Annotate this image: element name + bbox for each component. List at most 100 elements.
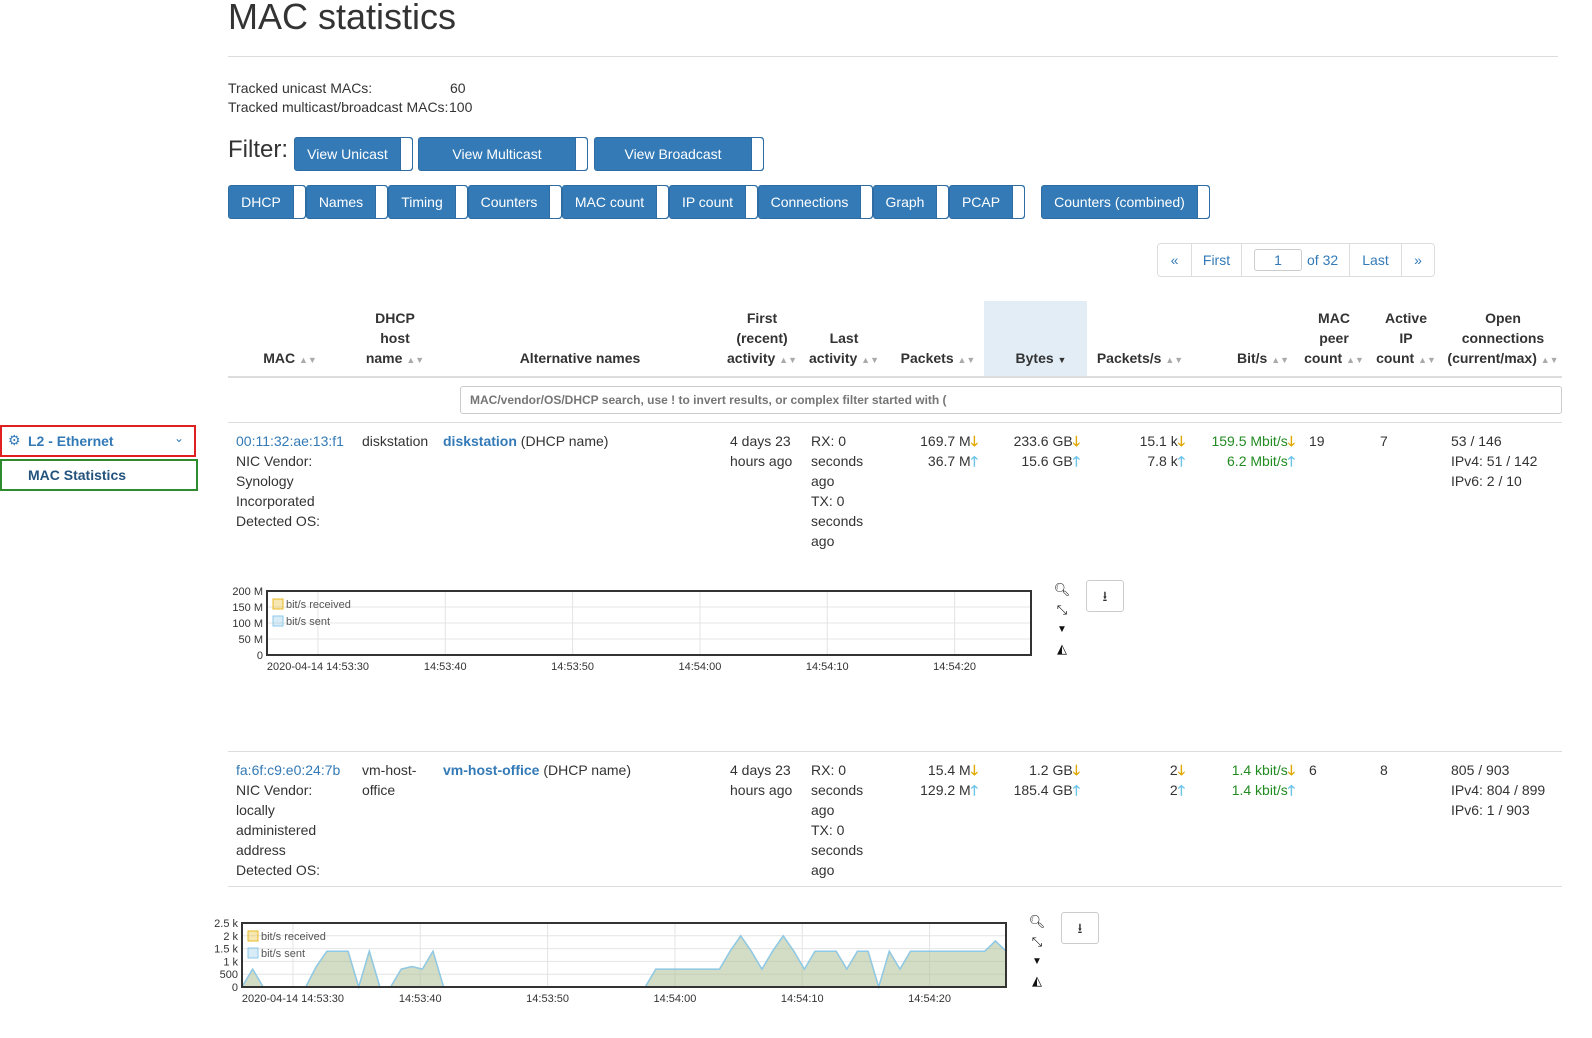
zoom-icon[interactable]: 🔍︎ <box>1028 913 1046 931</box>
alt-name-suffix: (DHCP name) <box>539 762 631 778</box>
connections-line: IPv6: 2 / 10 <box>1451 473 1522 489</box>
vendor-line: Synology <box>236 473 294 489</box>
column-toggle-connections[interactable]: Connections <box>758 185 873 219</box>
bits-per-second-cell: 1.4 kbit/s🡓 1.4 kbit/s🡑 <box>1186 760 1295 800</box>
x-tick-label: 14:54:00 <box>679 661 722 673</box>
download-button[interactable]: ⭳ <box>1061 912 1099 944</box>
sort-icon: ▲▼ <box>957 355 976 365</box>
header-open-connections[interactable]: Open connections (current/max) ▲▼ <box>1446 308 1560 370</box>
open-connections: 53 / 146 IPv4: 51 / 142 IPv6: 2 / 10 <box>1451 431 1537 491</box>
column-toggle-graph[interactable]: Graph <box>873 185 949 219</box>
alt-name-link[interactable]: vm-host-office <box>443 762 539 778</box>
pagination-next[interactable]: » <box>1401 243 1435 277</box>
column-toggle-timing[interactable]: Timing <box>388 185 468 219</box>
bps-received: 1.4 kbit/s <box>1231 762 1288 778</box>
mac-address-link[interactable]: fa:6f:c9:e0:24:7b <box>236 760 340 780</box>
unicast-value: 60 <box>450 80 466 96</box>
legend-swatch <box>272 615 284 627</box>
view-unicast-button[interactable]: View Unicast <box>294 137 413 171</box>
sidebar-group-l2-ethernet[interactable]: ⚙ L2 - Ethernet ⌄ <box>0 425 196 457</box>
x-tick-label: 2020-04-14 14:53:30 <box>242 993 344 1005</box>
x-tick-label: 2020-04-14 14:53:30 <box>267 661 369 673</box>
header-line: connections <box>1461 330 1545 346</box>
column-toggle-names[interactable]: Names <box>306 185 388 219</box>
column-toggle-mac-count[interactable]: MAC count <box>562 185 669 219</box>
pagination-last[interactable]: Last <box>1349 243 1402 277</box>
unicast-label: Tracked unicast MACs: <box>228 80 373 96</box>
sort-icon: ▲▼ <box>861 355 879 365</box>
view-multicast-button[interactable]: View Multicast <box>418 137 588 171</box>
pagination-first[interactable]: First <box>1191 243 1242 277</box>
legend-label: bit/s sent <box>261 948 305 960</box>
toggle-cap <box>745 186 757 218</box>
active-ip-count: 7 <box>1380 433 1388 449</box>
x-tick-label: 14:53:40 <box>424 661 467 673</box>
page-number-input[interactable] <box>1254 249 1302 271</box>
sort-icon: ▲▼ <box>406 355 425 365</box>
sidebar-item-label: MAC Statistics <box>28 467 127 483</box>
caret-down-icon[interactable]: ▼ <box>1053 621 1071 639</box>
header-last-activity[interactable]: Last activity ▲▼ <box>804 328 884 370</box>
header-line: First <box>746 310 778 326</box>
toggle-cap <box>1197 186 1209 218</box>
download-button[interactable]: ⭳ <box>1086 580 1124 612</box>
header-first-activity[interactable]: First (recent) activity ▲▼ <box>722 308 802 370</box>
row-divider <box>228 751 1562 752</box>
sort-desc-icon: ▼ <box>1057 355 1067 365</box>
first-activity: 4 days 23 hours ago <box>730 760 792 800</box>
pagination-prev[interactable]: « <box>1157 243 1192 277</box>
header-label: Packets/s <box>1096 350 1162 366</box>
caret-down-icon[interactable]: ▼ <box>1028 953 1046 971</box>
mac-address-link[interactable]: 00:11:32:ae:13:f1 <box>236 431 344 451</box>
header-packets[interactable]: Packets ▲▼ <box>898 348 978 370</box>
counters-combined-button[interactable]: Counters (combined) <box>1041 185 1210 219</box>
header-bytes[interactable]: Bytes ▼ <box>1005 348 1077 370</box>
alt-name-link[interactable]: diskstation <box>443 433 517 449</box>
compress-icon[interactable]: ⤡ <box>1053 601 1071 619</box>
pagination-page-box: of 32 <box>1241 243 1350 277</box>
vendor-info: NIC Vendor: locally administered address… <box>236 780 320 880</box>
y-tick-label: 1 k <box>223 956 238 968</box>
header-mac[interactable]: MAC ▲▼ <box>250 348 330 370</box>
bytes-cell: 1.2 GB🡓 185.4 GB🡑 <box>984 760 1080 800</box>
sidebar-item-mac-statistics[interactable]: MAC Statistics <box>0 459 198 491</box>
download-icon: ⭳ <box>1102 588 1108 604</box>
legend-label: bit/s received <box>261 931 326 943</box>
area-chart-icon[interactable]: ◭ <box>1053 640 1071 658</box>
last-activity-line: RX: 0 <box>811 762 847 778</box>
header-packets-per-second[interactable]: Packets/s ▲▼ <box>1095 348 1185 370</box>
vendor-line: NIC Vendor: <box>236 453 313 469</box>
header-active-ip-count[interactable]: Active IP count ▲▼ <box>1374 308 1438 370</box>
search-input[interactable] <box>460 386 1562 414</box>
connections-line: IPv6: 1 / 903 <box>1451 802 1530 818</box>
column-toggle-pcap[interactable]: PCAP <box>949 185 1025 219</box>
view-broadcast-label: View Broadcast <box>624 146 722 162</box>
header-mac-peer-count[interactable]: MAC peer count ▲▼ <box>1302 308 1366 370</box>
last-activity-line: ago <box>811 533 835 549</box>
header-line: (current/max) ▲▼ <box>1447 350 1559 366</box>
last-activity-line: seconds <box>811 782 864 798</box>
column-toggle-dhcp[interactable]: DHCP <box>228 185 306 219</box>
view-broadcast-button[interactable]: View Broadcast <box>594 137 764 171</box>
header-line: host <box>380 330 410 346</box>
compress-icon[interactable]: ⤡ <box>1028 933 1046 951</box>
x-tick-label: 14:54:00 <box>654 993 697 1005</box>
active-ip-count: 8 <box>1380 762 1388 778</box>
column-toggle-counters[interactable]: Counters <box>468 185 562 219</box>
arrow-down-icon: 🡓 <box>1177 762 1185 778</box>
header-dhcp-host-name[interactable]: DHCP host name ▲▼ <box>360 308 430 370</box>
vendor-line: Detected OS: <box>236 513 321 529</box>
zoom-icon[interactable]: 🔍︎ <box>1053 581 1071 599</box>
arrow-up-icon: 🡑 <box>970 453 978 469</box>
header-alternative-names: Alternative names <box>519 350 641 366</box>
arrow-down-icon: 🡓 <box>970 433 978 449</box>
first-activity-line: hours ago <box>730 782 793 798</box>
sidebar-group-label: L2 - Ethernet <box>28 433 114 449</box>
column-toggle-ip-count[interactable]: IP count <box>669 185 758 219</box>
area-chart-icon[interactable]: ◭ <box>1028 972 1046 990</box>
toggle-cap <box>575 138 587 170</box>
row-divider <box>228 886 1562 887</box>
connections-line: IPv4: 804 / 899 <box>1451 782 1546 798</box>
first-activity-line: 4 days 23 <box>730 762 791 778</box>
header-bits-per-second[interactable]: Bit/s ▲▼ <box>1230 348 1296 370</box>
